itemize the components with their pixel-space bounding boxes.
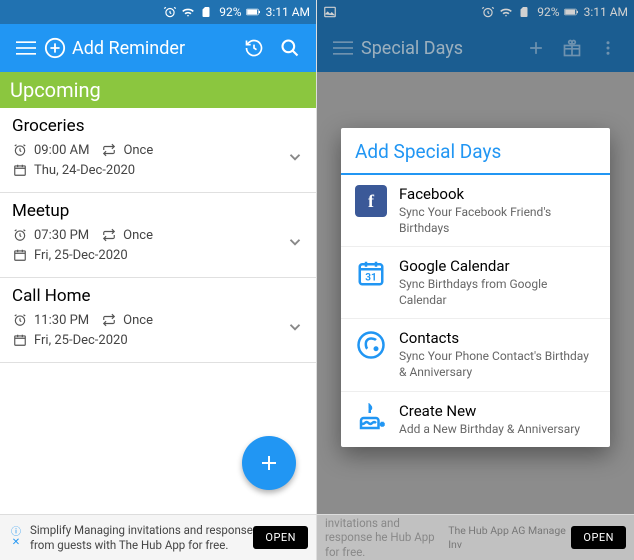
battery-icon [246, 5, 260, 19]
ad-text: invitations and response he Hub App for … [325, 516, 448, 559]
ad-open-button[interactable]: OPEN [571, 526, 626, 549]
alarm-icon [163, 5, 177, 19]
option-sub: Add a New Birthday & Anniversary [399, 422, 596, 438]
reminder-list: Groceries 09:00 AM Once Thu, 24-Dec-2020… [0, 108, 316, 363]
chevron-down-icon[interactable] [286, 318, 304, 336]
option-sub: Sync Your Phone Contact's Birthday & Ann… [399, 349, 596, 380]
ad-open-button[interactable]: OPEN [253, 526, 308, 549]
reminder-title: Groceries [12, 116, 304, 136]
overflow-button[interactable] [590, 30, 626, 66]
reminder-time: 09:00 AM [34, 143, 89, 158]
page-title: Special Days [361, 38, 518, 59]
menu-button[interactable] [8, 30, 44, 66]
clock-icon [12, 227, 28, 243]
calendar-icon: 31 [355, 257, 387, 289]
status-bar: 92% 3:11 AM [0, 0, 316, 24]
time-text: 3:11 AM [266, 5, 310, 19]
option-google-calendar[interactable]: 31 Google Calendar Sync Birthdays from G… [341, 247, 610, 319]
calendar-icon [12, 332, 28, 348]
calendar-icon [12, 162, 28, 178]
contacts-icon [355, 329, 387, 361]
option-sub: Sync Birthdays from Google Calendar [399, 277, 596, 308]
reminder-title: Meetup [12, 201, 304, 221]
option-facebook[interactable]: f Facebook Sync Your Facebook Friend's B… [341, 175, 610, 247]
dialog-title: Add Special Days [341, 128, 610, 175]
phone-left: 92% 3:11 AM Add Reminder Upcoming [0, 0, 317, 560]
app-bar: Special Days [317, 24, 634, 72]
status-bar: 92% 3:11 AM [317, 0, 634, 24]
reminder-time: 07:30 PM [34, 228, 89, 243]
sim-icon [517, 5, 531, 19]
reminder-title: Call Home [12, 286, 304, 306]
reminder-repeat: Once [123, 228, 153, 243]
ad-text: Simplify Managing invitations and respon… [30, 523, 253, 552]
reminder-repeat: Once [123, 143, 153, 158]
reminder-item[interactable]: Call Home 11:30 PM Once Fri, 25-Dec-2020 [0, 278, 316, 363]
reminder-date: Thu, 24-Dec-2020 [34, 163, 135, 178]
reminder-item[interactable]: Groceries 09:00 AM Once Thu, 24-Dec-2020 [0, 108, 316, 193]
clock-icon [12, 142, 28, 158]
reminder-date: Fri, 25-Dec-2020 [34, 248, 128, 263]
repeat-icon [101, 312, 117, 328]
add-special-days-dialog: Add Special Days f Facebook Sync Your Fa… [341, 128, 610, 447]
wifi-icon [499, 5, 513, 19]
chevron-down-icon[interactable] [286, 148, 304, 166]
svg-text:31: 31 [365, 273, 376, 284]
option-label: Google Calendar [399, 257, 596, 275]
ad-banner[interactable]: ⓘ✕ Simplify Managing invitations and res… [0, 514, 316, 560]
battery-text: 92% [219, 5, 241, 19]
phone-right: 92% 3:11 AM Special Days invitations and… [317, 0, 634, 560]
ad-info-icon: ⓘ✕ [8, 528, 24, 548]
facebook-icon: f [355, 185, 387, 217]
reminder-repeat: Once [123, 313, 153, 328]
repeat-icon [101, 142, 117, 158]
ad-text-2: The Hub App AG Manage Inv [448, 524, 571, 550]
sim-icon [199, 5, 213, 19]
option-label: Create New [399, 402, 596, 420]
battery-text: 92% [537, 5, 559, 19]
option-contacts[interactable]: Contacts Sync Your Phone Contact's Birth… [341, 319, 610, 391]
battery-icon [564, 5, 578, 19]
clock-icon [12, 312, 28, 328]
add-reminder-label: Add Reminder [72, 38, 185, 59]
calendar-icon [12, 247, 28, 263]
reminder-time: 11:30 PM [34, 313, 89, 328]
ad-banner[interactable]: invitations and response he Hub App for … [317, 514, 634, 560]
option-sub: Sync Your Facebook Friend's Birthdays [399, 205, 596, 236]
history-button[interactable] [236, 30, 272, 66]
gift-button[interactable] [554, 30, 590, 66]
app-bar: Add Reminder [0, 24, 316, 72]
fab-add-button[interactable] [242, 436, 296, 490]
option-label: Facebook [399, 185, 596, 203]
time-text: 3:11 AM [584, 5, 628, 19]
image-icon [323, 5, 337, 19]
alarm-icon [481, 5, 495, 19]
option-create-new[interactable]: Create New Add a New Birthday & Annivers… [341, 392, 610, 448]
menu-button[interactable] [325, 30, 361, 66]
add-reminder-button[interactable]: Add Reminder [44, 37, 236, 59]
birthday-icon [355, 402, 387, 434]
search-button[interactable] [272, 30, 308, 66]
add-button[interactable] [518, 30, 554, 66]
reminder-date: Fri, 25-Dec-2020 [34, 333, 128, 348]
option-label: Contacts [399, 329, 596, 347]
section-header: Upcoming [0, 72, 316, 108]
reminder-item[interactable]: Meetup 07:30 PM Once Fri, 25-Dec-2020 [0, 193, 316, 278]
wifi-icon [181, 5, 195, 19]
repeat-icon [101, 227, 117, 243]
chevron-down-icon[interactable] [286, 233, 304, 251]
